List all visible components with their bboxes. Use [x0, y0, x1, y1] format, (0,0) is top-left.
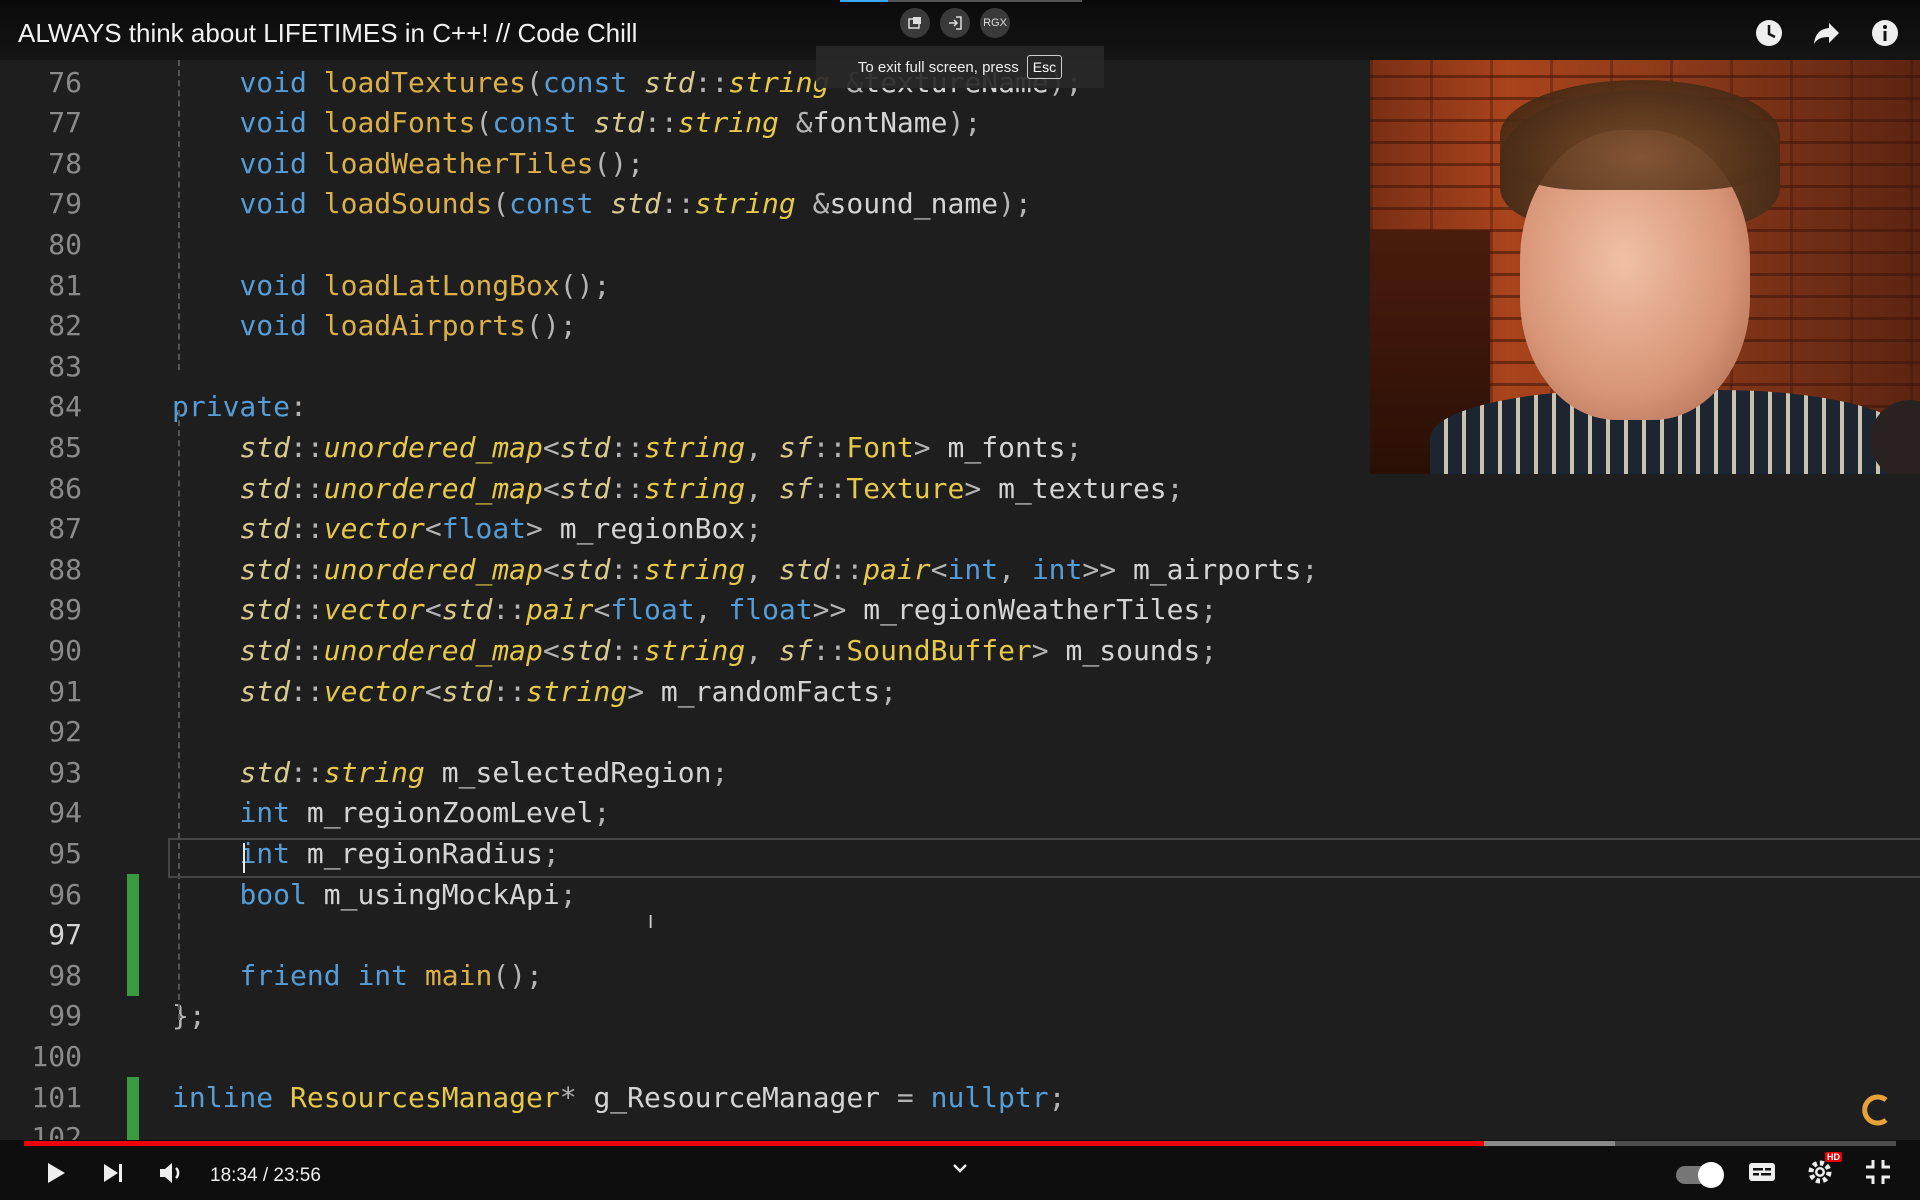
code-text: std::unordered_map<std::string, sf::Text… [239, 471, 1184, 505]
line-number: 78 [48, 146, 82, 180]
code-text: void loadFonts(const std::string &fontNa… [239, 106, 982, 140]
time-display: 18:34 / 23:56 [210, 1164, 321, 1186]
line-number: 81 [48, 268, 82, 302]
code-text: std::vector<std::string> m_randomFacts; [239, 674, 897, 708]
watch-later-clock-icon[interactable] [1752, 16, 1786, 50]
top-right-actions [1752, 16, 1902, 50]
video-title: ALWAYS think about LIFETIMES in C++! // … [18, 18, 638, 48]
code-line[interactable]: 93 std::string m_selectedRegion; [0, 752, 1920, 792]
extension-progress-strip [840, 0, 1082, 2]
controls-left: 18:34 / 23:56 [40, 1158, 321, 1193]
presenter-webcam [1370, 60, 1920, 474]
esc-key-badge: Esc [1026, 55, 1063, 79]
fullscreen-exit-tooltip: To exit full screen, press Esc [816, 46, 1104, 88]
controls-right: HD [1676, 1152, 1894, 1193]
change-indicator [127, 955, 139, 997]
indent-guide [178, 60, 180, 370]
line-number: 83 [48, 349, 82, 383]
autoplay-toggle[interactable] [1676, 1161, 1724, 1188]
code-text: int m_regionZoomLevel; [239, 796, 611, 830]
seek-bar[interactable] [24, 1141, 1896, 1146]
change-indicator [127, 914, 139, 956]
code-text: std::unordered_map<std::string, std::pai… [239, 552, 1319, 586]
picture-in-picture-icon[interactable] [900, 8, 930, 38]
code-text: void loadWeatherTiles(); [239, 146, 645, 180]
code-line[interactable]: 100 [0, 1036, 1920, 1076]
code-text: std::vector<float> m_regionBox; [239, 512, 763, 546]
line-number: 98 [48, 958, 82, 992]
code-line[interactable]: 89 std::vector<std::pair<float, float>> … [0, 590, 1920, 630]
fullscreen-tip-text: To exit full screen, press [857, 58, 1019, 76]
subtitles-icon[interactable] [1746, 1156, 1778, 1193]
code-text: bool m_usingMockApi; [239, 877, 577, 911]
line-number: 84 [48, 390, 82, 424]
mouse-ibeam-cursor: I [648, 912, 654, 933]
current-line-highlight [168, 838, 1920, 878]
line-number: 80 [48, 227, 82, 261]
line-number: 77 [48, 106, 82, 140]
code-text: std::unordered_map<std::string, sf::Soun… [239, 633, 1218, 667]
change-indicator [127, 874, 139, 915]
line-number: 99 [48, 999, 82, 1033]
share-arrow-icon[interactable] [1810, 16, 1844, 50]
exit-fullscreen-icon[interactable] [1862, 1156, 1894, 1193]
info-icon[interactable] [1868, 16, 1902, 50]
code-text: void loadAirports(); [239, 309, 577, 343]
hd-badge: HD [1825, 1152, 1842, 1162]
code-line[interactable]: 101 inline ResourcesManager* g_ResourceMa… [0, 1077, 1920, 1117]
channel-watermark-icon[interactable] [1860, 1092, 1896, 1128]
line-number: 82 [48, 309, 82, 343]
line-number: 101 [31, 1080, 82, 1114]
line-number: 91 [48, 674, 82, 708]
code-line[interactable]: 94 int m_regionZoomLevel; [0, 793, 1920, 833]
code-text: std::vector<std::pair<float, float>> m_r… [239, 593, 1218, 627]
line-number: 79 [48, 187, 82, 221]
code-text: private: [172, 390, 307, 424]
line-number: 93 [48, 755, 82, 789]
indent-guide [178, 410, 180, 1020]
code-text: friend int main(); [239, 958, 543, 992]
line-number: 95 [48, 836, 82, 870]
line-number: 87 [48, 512, 82, 546]
code-line[interactable]: 86 std::unordered_map<std::string, sf::T… [0, 468, 1920, 508]
code-line[interactable]: 99}; [0, 996, 1920, 1036]
line-number: 97 [48, 918, 82, 952]
line-number: 88 [48, 552, 82, 586]
line-number: 90 [48, 633, 82, 667]
code-text: inline ResourcesManager* g_ResourceManag… [172, 1080, 1066, 1114]
line-number: 86 [48, 471, 82, 505]
line-number: 100 [31, 1039, 82, 1073]
code-line[interactable]: 98 friend int main(); [0, 955, 1920, 995]
line-number: 96 [48, 877, 82, 911]
line-number: 94 [48, 796, 82, 830]
code-line[interactable]: 88 std::unordered_map<std::string, std::… [0, 549, 1920, 589]
volume-icon[interactable] [156, 1158, 186, 1193]
code-text: void loadSounds(const std::string &sound… [239, 187, 1032, 221]
play-icon[interactable] [40, 1158, 70, 1193]
code-line[interactable]: 92 [0, 712, 1920, 752]
code-line[interactable]: 96 bool m_usingMockApi; [0, 874, 1920, 914]
code-text: std::string m_selectedRegion; [239, 755, 729, 789]
code-line[interactable]: 97 [0, 915, 1920, 955]
line-number: 76 [48, 65, 82, 99]
chevron-down-icon[interactable] [950, 1158, 970, 1178]
text-caret [243, 843, 245, 873]
code-text: std::unordered_map<std::string, sf::Font… [239, 430, 1083, 464]
played-progress [24, 1141, 1485, 1146]
code-line[interactable]: 87 std::vector<float> m_regionBox; [0, 509, 1920, 549]
code-line[interactable]: 90 std::unordered_map<std::string, sf::S… [0, 630, 1920, 670]
line-number: 85 [48, 430, 82, 464]
rgx-extension-button[interactable]: RGX [980, 8, 1010, 38]
line-number: 92 [48, 715, 82, 749]
settings-gear-icon[interactable]: HD [1804, 1152, 1842, 1193]
code-line[interactable]: 91 std::vector<std::string> m_randomFact… [0, 671, 1920, 711]
line-number: 89 [48, 593, 82, 627]
code-text: void loadLatLongBox(); [239, 268, 611, 302]
change-indicator [127, 1077, 139, 1118]
enter-icon[interactable] [940, 8, 970, 38]
next-video-icon[interactable] [98, 1158, 128, 1193]
extension-toolbar: RGX [900, 8, 1010, 38]
